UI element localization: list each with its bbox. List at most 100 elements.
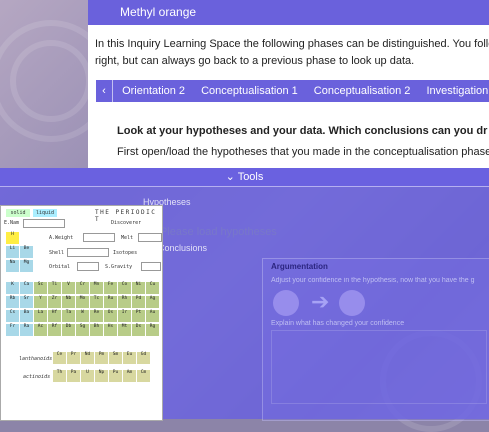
element-cell[interactable]: Sc [34,282,47,294]
element-cell[interactable]: Ru [104,296,117,308]
element-cell[interactable]: Re [90,310,103,322]
element-cell[interactable]: Rg [146,324,159,336]
element-cell[interactable]: Ra [20,324,33,336]
element-cell[interactable]: Mn [90,282,103,294]
argumentation-title: Argumentation [271,262,328,271]
element-cell[interactable]: Ni [132,282,145,294]
element-name-label: E.Nam [4,220,20,226]
shell-field[interactable] [67,248,109,257]
element-cell[interactable]: Be [20,246,33,258]
intro-text: In this Inquiry Learning Space the follo… [95,36,489,70]
element-cell[interactable]: Ce [53,352,66,364]
weight-label: A.Weight [49,235,74,241]
divider [0,186,489,187]
element-cell[interactable]: Na [6,260,19,272]
element-cell[interactable]: Nb [62,296,75,308]
element-cell[interactable]: Cu [146,282,159,294]
element-cell[interactable]: Ta [62,310,75,322]
element-cell[interactable]: Rb [6,296,19,308]
question-heading: Look at your hypotheses and your data. W… [117,125,488,137]
instruction-text: First open/load the hypotheses that you … [117,146,489,158]
load-hypotheses-text[interactable]: Please load hypotheses [160,226,277,238]
element-cell[interactable]: Bh [90,324,103,336]
lanthanoids-label: lanthanoids [19,356,53,362]
element-cell[interactable]: Gd [137,352,150,364]
element-cell[interactable]: Rf [48,324,61,336]
element-cell[interactable]: Cr [76,282,89,294]
element-cell[interactable]: U [81,370,94,382]
element-cell[interactable]: Y [34,296,47,308]
element-cell[interactable]: H [6,232,19,244]
conclusions-heading: Conclusions [158,243,208,253]
tools-toggle[interactable]: ⌄ Tools [0,168,489,187]
element-cell[interactable]: Ir [118,310,131,322]
element-cell[interactable]: Pm [95,352,108,364]
chevron-left-icon[interactable]: ‹ [96,80,113,102]
element-cell[interactable]: Co [118,282,131,294]
element-cell[interactable]: Li [6,246,19,258]
element-cell[interactable]: Pa [67,370,80,382]
confidence-after-icon[interactable] [339,290,365,316]
tab-investigation[interactable]: Investigation [420,80,489,102]
element-cell[interactable]: Am [123,370,136,382]
element-cell[interactable]: Sr [20,296,33,308]
element-cell[interactable]: Mg [20,260,33,272]
element-cell[interactable]: Np [95,370,108,382]
confidence-before-icon[interactable] [273,290,299,316]
element-cell[interactable]: Ti [48,282,61,294]
element-cell[interactable]: Au [146,310,159,322]
gravity-field[interactable] [141,262,161,271]
element-cell[interactable]: Fr [6,324,19,336]
element-cell[interactable]: Tc [90,296,103,308]
element-cell[interactable]: Ag [146,296,159,308]
element-cell[interactable]: Os [104,310,117,322]
element-cell[interactable]: Sg [76,324,89,336]
element-cell[interactable]: Ba [20,310,33,322]
element-cell[interactable]: K [6,282,19,294]
element-cell[interactable]: Pd [132,296,145,308]
element-cell[interactable]: Th [53,370,66,382]
element-cell[interactable]: Rh [118,296,131,308]
intro-line: In this Inquiry Learning Space the follo… [95,38,489,50]
intro-line: right, but can always go back to a previ… [95,55,415,67]
explain-textarea[interactable] [271,330,487,404]
tab-conceptualisation-2[interactable]: Conceptualisation 2 [308,80,417,102]
arrow-right-icon: ➔ [311,289,330,314]
weight-field[interactable] [83,233,115,242]
element-cell[interactable]: Fe [104,282,117,294]
element-cell[interactable]: Mo [76,296,89,308]
orbital-label: Orbital [49,264,71,270]
element-cell[interactable]: Nd [81,352,94,364]
element-cell[interactable]: Hf [48,310,61,322]
window-title: Methyl orange [120,5,197,19]
element-cell[interactable]: Pr [67,352,80,364]
element-cell[interactable]: Pu [109,370,122,382]
periodic-table-widget: solid liquid THE PERIODIC T E.Nam Discov… [0,205,163,421]
tab-orientation-2[interactable]: Orientation 2 [116,80,191,102]
element-cell[interactable]: Db [62,324,75,336]
element-cell[interactable]: La [34,310,47,322]
element-name-field[interactable] [23,219,65,228]
solid-button[interactable]: solid [6,209,30,217]
element-cell[interactable]: V [62,282,75,294]
element-cell[interactable]: Ca [20,282,33,294]
element-cell[interactable]: Pt [132,310,145,322]
element-cell[interactable]: Sm [109,352,122,364]
element-cell[interactable]: Eu [123,352,136,364]
element-cell[interactable]: Zr [48,296,61,308]
actinoids-label: actinoids [23,374,51,380]
liquid-button[interactable]: liquid [33,209,57,217]
element-cell[interactable]: Cm [137,370,150,382]
element-cell[interactable]: Cs [6,310,19,322]
element-cell[interactable]: Ac [34,324,47,336]
chevron-down-icon: ⌄ [225,171,235,183]
tab-conceptualisation-1[interactable]: Conceptualisation 1 [195,80,304,102]
gravity-label: S.Gravity [105,264,133,270]
element-cell[interactable]: Hs [104,324,117,336]
element-cell[interactable]: Ds [132,324,145,336]
orbital-field[interactable] [77,262,99,271]
element-cell[interactable]: Mt [118,324,131,336]
window-title-bar: Methyl orange [88,0,489,25]
melt-field[interactable] [138,233,162,242]
element-cell[interactable]: W [76,310,89,322]
